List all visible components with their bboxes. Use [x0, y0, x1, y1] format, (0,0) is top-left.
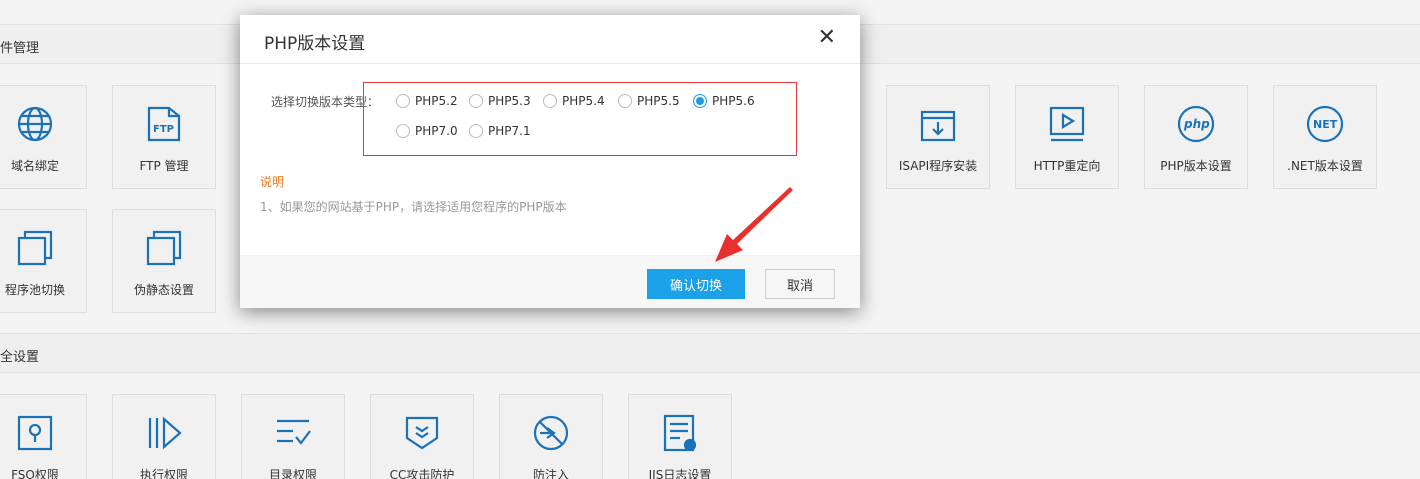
tile-label: 域名绑定: [10, 159, 59, 173]
key-lock-icon: [15, 413, 55, 453]
tile-app-pool-switch[interactable]: 程序池切换: [0, 209, 87, 313]
tile-http-redirect[interactable]: HTTP重定向: [1015, 85, 1119, 189]
note-text: 1、如果您的网站基于PHP，请选择适用您程序的PHP版本: [260, 200, 567, 214]
section-title-file-management: 件管理: [0, 41, 40, 56]
radio-circle: [469, 124, 483, 138]
section-title-security-settings: 全设置: [0, 350, 40, 365]
close-icon[interactable]: ✕: [818, 27, 836, 49]
radio-php71[interactable]: PHP7.1: [469, 122, 531, 140]
svg-text:FTP: FTP: [153, 124, 174, 135]
tile-label: 执行权限: [139, 468, 188, 479]
globe-icon: [15, 104, 55, 144]
tile-label: 防注入: [532, 468, 569, 479]
radio-circle: [396, 124, 410, 138]
box-download-icon: [918, 104, 958, 144]
cancel-button[interactable]: 取消: [765, 269, 835, 299]
tile-label: FTP 管理: [139, 159, 189, 173]
note-title: 说明: [260, 175, 285, 189]
radio-label: PHP5.6: [712, 94, 755, 108]
tile-domain-binding[interactable]: 域名绑定: [0, 85, 87, 189]
tile-label: FSO权限: [11, 468, 59, 479]
tile-fso-permission[interactable]: FSO权限: [0, 394, 87, 479]
tile-label: HTTP重定向: [1033, 159, 1101, 173]
radio-php70[interactable]: PHP7.0: [396, 122, 458, 140]
tile-label: CC攻击防护: [389, 468, 455, 479]
tile-rewrite-settings[interactable]: 伪静态设置: [112, 209, 216, 313]
net-icon: NET: [1305, 104, 1345, 144]
radio-php55[interactable]: PHP5.5: [618, 92, 680, 110]
confirm-switch-button[interactable]: 确认切换: [647, 269, 745, 299]
no-entry-icon: [531, 413, 571, 453]
radio-circle: [469, 94, 483, 108]
stacked-squares-icon: [144, 228, 184, 268]
tile-isapi-install[interactable]: ISAPI程序安装: [886, 85, 990, 189]
tile-net-version[interactable]: NET .NET版本设置: [1273, 85, 1377, 189]
radio-label: PHP5.2: [415, 94, 458, 108]
stacked-squares-icon: [15, 228, 55, 268]
tile-label: ISAPI程序安装: [898, 159, 978, 173]
tile-label: .NET版本设置: [1287, 159, 1363, 173]
radio-circle: [618, 94, 632, 108]
log-document-icon: [660, 413, 700, 453]
radio-circle-selected: [693, 94, 707, 108]
tile-cc-attack-protection[interactable]: CC攻击防护: [370, 394, 474, 479]
tile-ftp-management[interactable]: FTP FTP 管理: [112, 85, 216, 189]
tile-label: 程序池切换: [4, 283, 65, 297]
php-icon: php: [1176, 104, 1216, 144]
radio-label: PHP5.5: [637, 94, 680, 108]
radio-circle: [543, 94, 557, 108]
section-header-band-2: [0, 333, 1420, 373]
php-version-dialog: PHP版本设置 ✕ 选择切换版本类型： PHP5.2 PHP5.3 PHP5.4…: [240, 15, 860, 308]
radio-label: PHP5.4: [562, 94, 605, 108]
radio-label: PHP7.1: [488, 124, 531, 138]
list-check-icon: [273, 413, 313, 453]
radio-php52[interactable]: PHP5.2: [396, 92, 458, 110]
radio-circle: [396, 94, 410, 108]
play-screen-icon: [1047, 104, 1087, 144]
execute-icon: [144, 413, 184, 453]
radio-php54[interactable]: PHP5.4: [543, 92, 605, 110]
tile-anti-injection[interactable]: 防注入: [499, 394, 603, 479]
radio-php56[interactable]: PHP5.6: [693, 92, 755, 110]
shield-icon: [402, 413, 442, 453]
radio-label: PHP7.0: [415, 124, 458, 138]
tile-label: 目录权限: [268, 468, 317, 479]
radio-php53[interactable]: PHP5.3: [469, 92, 531, 110]
dialog-header: PHP版本设置 ✕: [240, 15, 860, 64]
tile-php-version[interactable]: php PHP版本设置: [1144, 85, 1248, 189]
tile-iis-log-settings[interactable]: IIS日志设置: [628, 394, 732, 479]
radio-label: PHP5.3: [488, 94, 531, 108]
dialog-footer: 确认切换 取消: [240, 255, 860, 308]
svg-text:php: php: [1183, 117, 1210, 131]
ftp-folder-icon: FTP: [144, 104, 184, 144]
tile-directory-permission[interactable]: 目录权限: [241, 394, 345, 479]
svg-text:NET: NET: [1313, 118, 1338, 131]
tile-label: 伪静态设置: [133, 283, 194, 297]
tile-execute-permission[interactable]: 执行权限: [112, 394, 216, 479]
tile-label: PHP版本设置: [1160, 159, 1232, 173]
dialog-title: PHP版本设置: [264, 34, 366, 54]
tile-label: IIS日志设置: [648, 468, 712, 479]
